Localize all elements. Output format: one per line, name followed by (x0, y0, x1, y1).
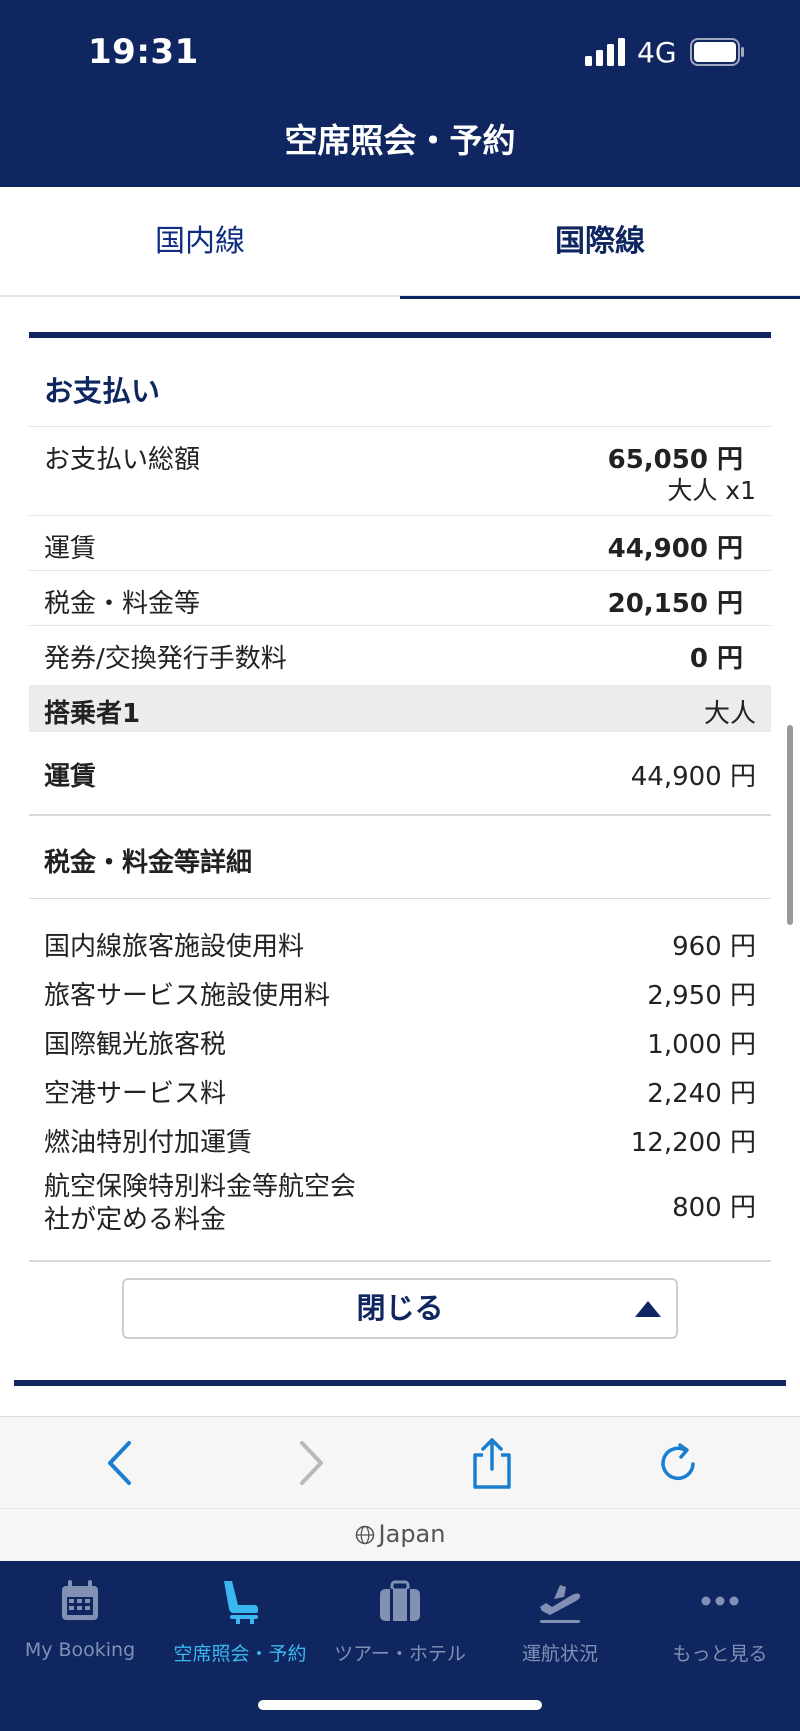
tax-detail-label: 燃油特別付加運賃 (44, 1128, 253, 1158)
tax-label: 税金・料金等 (44, 589, 201, 619)
more-dots-icon (701, 1596, 739, 1606)
fee-label: 発券/交換発行手数料 (44, 644, 287, 674)
divider (29, 814, 771, 816)
calendar-icon (62, 1580, 98, 1620)
total-label: お支払い総額 (44, 445, 201, 475)
tax-detail-row: 国際観光旅客税 1,000 円 (29, 1016, 771, 1065)
browser-toolbar (0, 1416, 800, 1508)
nav-more[interactable]: もっと見る (640, 1577, 800, 1677)
signal-icon (585, 38, 625, 66)
nav-tour-hotel[interactable]: ツアー・ホテル (320, 1577, 480, 1677)
tax-detail-value: 2,240 円 (647, 1079, 756, 1109)
passenger-type: 大人 (703, 699, 756, 729)
back-icon[interactable] (96, 1437, 148, 1489)
fare-summary-row: 運賃 44,900 円 (29, 515, 771, 570)
network-type: 4G (637, 36, 677, 69)
fare-value: 44,900 円 (607, 534, 743, 564)
tax-detail-value: 960 円 (672, 932, 756, 962)
tax-detail-row: 旅客サービス施設使用料 2,950 円 (29, 967, 771, 1016)
tax-detail-label: 国際観光旅客税 (44, 1030, 227, 1060)
close-button-label: 閉じる (356, 1291, 444, 1325)
tax-detail-label: 旅客サービス施設使用料 (44, 981, 331, 1011)
status-time: 19:31 (88, 32, 199, 72)
close-button[interactable]: 閉じる (122, 1278, 678, 1339)
tax-detail-value: 2,950 円 (647, 981, 756, 1011)
plane-departure-icon (540, 1585, 581, 1623)
tax-detail-row: 燃油特別付加運賃 12,200 円 (29, 1114, 771, 1163)
divider (29, 898, 771, 899)
divider (29, 1260, 771, 1262)
nav-flight-status[interactable]: 運航状況 (480, 1577, 640, 1677)
forward-icon[interactable] (283, 1437, 335, 1489)
payment-card: お支払い お支払い総額 65,050 円 大人 x1 運賃 44,900 円 税… (29, 332, 771, 1262)
nav-label: 空席照会・予約 (173, 1643, 307, 1665)
tax-detail-label: 空港サービス料 (44, 1079, 227, 1109)
tax-detail-value: 800 円 (672, 1193, 756, 1223)
status-bar: 19:31 4G (0, 0, 800, 100)
total-passengers: 大人 x1 (667, 476, 756, 505)
route-tabs: 国内線 国際線 (0, 187, 800, 299)
share-icon[interactable] (466, 1437, 518, 1489)
passenger-fare-value: 44,900 円 (630, 762, 756, 792)
nav-seat-booking[interactable]: 空席照会・予約 (160, 1577, 320, 1677)
bottom-navigation: My Booking 空席照会・予約 ツアー・ホテル 運航状況 もっと見る (0, 1561, 800, 1731)
passenger-fare-row: 運賃 44,900 円 (29, 732, 771, 816)
tax-detail-row: 航空保険特別料金等航空会社が定める料金 800 円 (29, 1163, 771, 1243)
payment-title: お支払い (44, 374, 161, 408)
tax-detail-row: 空港サービス料 2,240 円 (29, 1065, 771, 1114)
tax-detail-row: 国内線旅客施設使用料 960 円 (29, 918, 771, 967)
nav-my-booking[interactable]: My Booking (0, 1577, 160, 1677)
tax-detail-value: 1,000 円 (647, 1030, 756, 1060)
seat-icon (224, 1581, 258, 1624)
total-row: お支払い総額 65,050 円 大人 x1 (29, 426, 771, 515)
tab-domestic[interactable]: 国内線 (0, 187, 400, 297)
section-divider (14, 1380, 786, 1386)
scrollbar[interactable] (787, 725, 793, 925)
fee-value: 0 円 (689, 644, 743, 674)
caret-up-icon (635, 1301, 661, 1317)
nav-label: My Booking (24, 1639, 136, 1661)
passenger-header: 搭乗者1 大人 (29, 685, 771, 732)
tax-detail-label: 航空保険特別料金等航空会社が定める料金 (44, 1172, 357, 1235)
globe-icon (355, 1525, 374, 1545)
fare-label: 運賃 (44, 534, 97, 564)
nav-label: ツアー・ホテル (334, 1643, 466, 1665)
tax-details-title: 税金・料金等詳細 (44, 848, 253, 878)
passenger-fare-label: 運賃 (44, 762, 97, 792)
home-indicator[interactable] (258, 1700, 542, 1710)
passenger-label: 搭乗者1 (44, 699, 141, 729)
tax-detail-label: 国内線旅客施設使用料 (44, 932, 305, 962)
suitcase-icon (380, 1580, 420, 1621)
reload-icon[interactable] (652, 1437, 704, 1489)
nav-label: 運航状況 (521, 1643, 598, 1665)
tax-value: 20,150 円 (607, 589, 743, 619)
tab-international[interactable]: 国際線 (400, 187, 800, 299)
battery-icon (690, 38, 744, 66)
domain-bar[interactable]: Japan (0, 1508, 800, 1561)
page-title: 空席照会・予約 (0, 100, 800, 187)
domain-text: Japan (378, 1520, 446, 1548)
tax-detail-value: 12,200 円 (630, 1128, 756, 1158)
tax-summary-row: 税金・料金等 20,150 円 (29, 570, 771, 625)
nav-label: もっと見る (672, 1643, 768, 1665)
fee-row: 発券/交換発行手数料 0 円 (29, 625, 771, 685)
